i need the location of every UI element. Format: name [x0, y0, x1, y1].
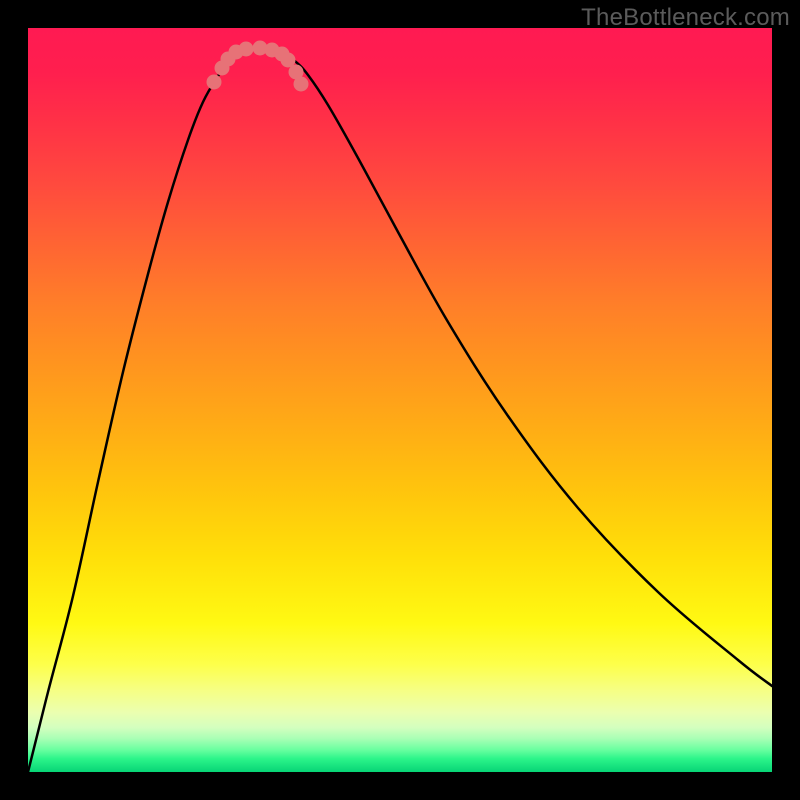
highlight-dot [294, 77, 309, 92]
highlight-dot [207, 75, 222, 90]
bottleneck-curve-path [28, 48, 772, 772]
chart-frame [28, 28, 772, 772]
bottleneck-curve-svg [28, 28, 772, 772]
highlight-dot [239, 42, 254, 57]
highlight-dots [207, 41, 309, 92]
